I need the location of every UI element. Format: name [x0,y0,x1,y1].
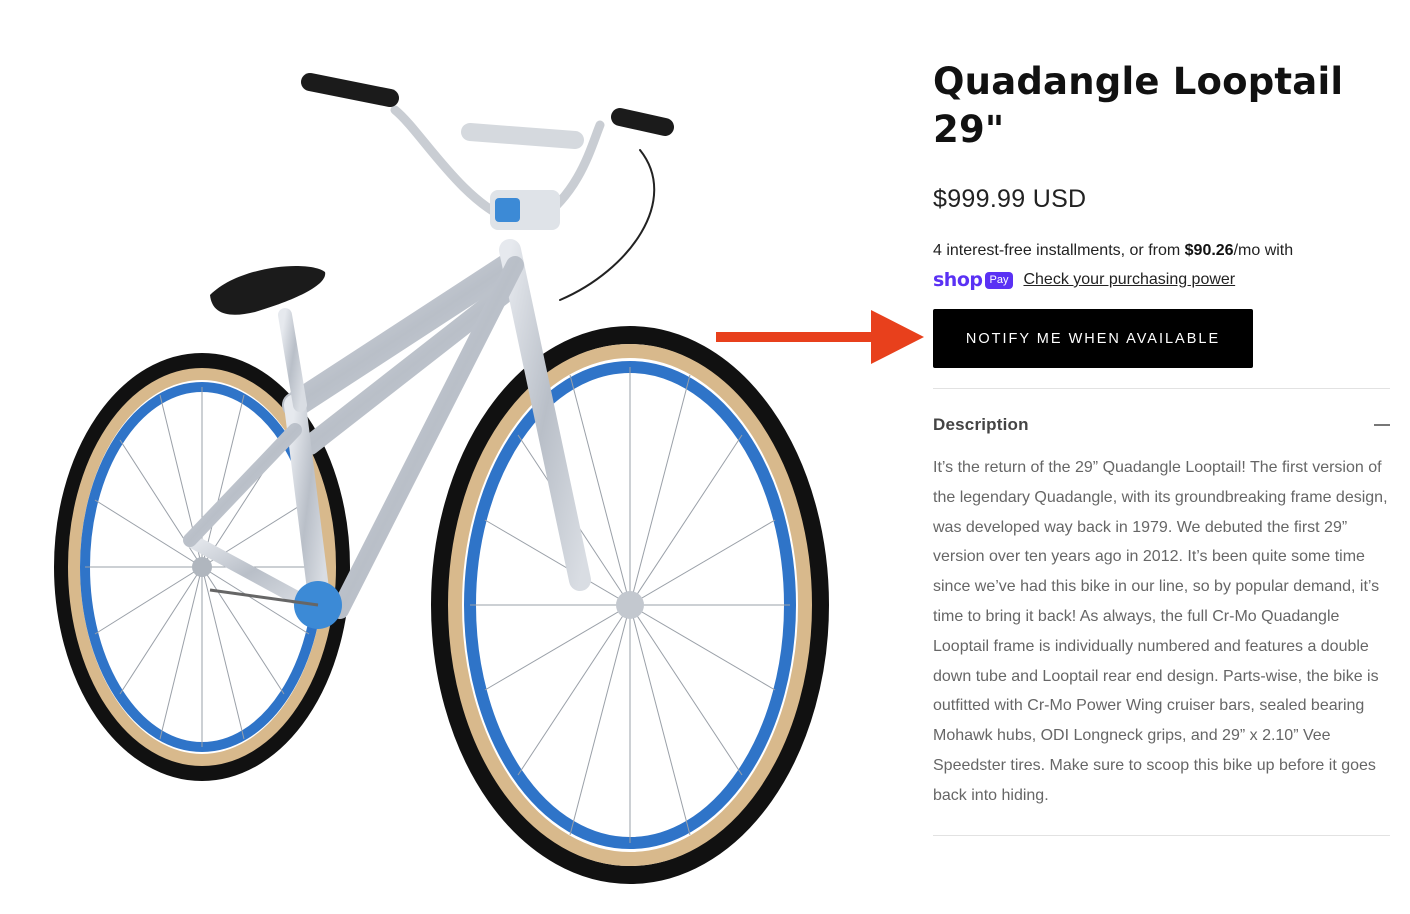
product-image[interactable] [40,50,860,900]
seat [210,265,326,315]
product-page: Quadangle Looptail 29" $999.99 USD 4 int… [0,0,1410,914]
shop-pay-badge: Pay [984,271,1014,289]
installments-suffix: /mo with [1233,242,1294,259]
bicycle-image [54,73,829,884]
check-purchasing-power-link[interactable]: Check your purchasing power [1023,271,1235,289]
installments-prefix: 4 interest-free installments, or from [933,242,1185,259]
installments-amount: $90.26 [1184,242,1234,259]
product-info: Quadangle Looptail 29" $999.99 USD 4 int… [933,58,1390,836]
product-price: $999.99 USD [933,185,1087,213]
divider [933,834,1390,836]
description-title: Description [933,415,1029,434]
minus-icon [1374,424,1390,426]
front-wheel [431,326,829,884]
shop-pay-logo: shop Pay [933,269,1014,291]
notify-me-button[interactable]: NOTIFY ME WHEN AVAILABLE [933,309,1253,368]
description-toggle[interactable]: Description [933,389,1390,461]
shop-pay-word: shop [933,269,983,291]
product-title: Quadangle Looptail 29" [933,60,1344,151]
description-body: It’s the return of the 29” Quadangle Loo… [933,459,1388,804]
red-arrow-icon [716,310,924,364]
installments-info: 4 interest-free installments, or from $9… [933,236,1390,266]
shop-pay-line: shop Pay Check your purchasing power [933,266,1390,294]
